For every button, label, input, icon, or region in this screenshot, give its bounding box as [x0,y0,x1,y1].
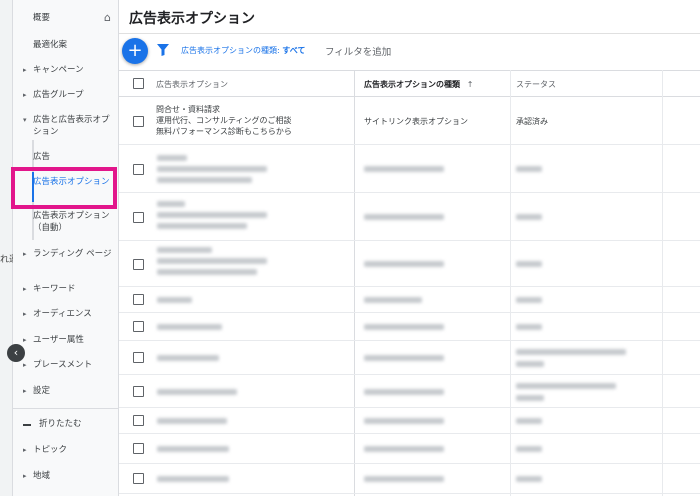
caret-down-icon: ▾ [23,116,27,124]
redacted-text [516,446,542,452]
table-row[interactable] [119,241,700,287]
redacted-text [364,418,444,424]
peek-text: れ運 [0,255,13,265]
redacted-text [364,261,444,267]
extension-text: 問合せ・資料請求 運用代行、コンサルティングのご相談 無料パフォーマンス診断もこ… [156,105,292,136]
redacted-text [364,297,422,303]
plus-icon: + [127,40,143,61]
redacted-text [157,201,185,207]
sort-arrow-up-icon: ↑ [466,80,474,89]
redacted-text [516,476,542,482]
table-row[interactable] [119,434,700,464]
extension-status: 承認済み [516,117,548,126]
redacted-text [157,247,212,253]
row-checkbox[interactable] [133,212,144,223]
home-icon: ⌂ [104,11,111,24]
select-all-checkbox[interactable] [133,78,144,89]
row-checkbox[interactable] [133,443,144,454]
caret-right-icon: ▸ [23,310,27,318]
header-status[interactable]: ステータス [516,79,556,90]
title-divider [119,33,700,34]
caret-right-icon: ▸ [23,472,27,480]
table-row[interactable] [119,287,700,313]
redacted-text [516,395,544,401]
redacted-text [157,324,222,330]
row-checkbox[interactable] [133,164,144,175]
left-edge-strip: れ運 [0,0,13,496]
caret-right-icon: ▸ [23,250,27,258]
chevron-left-icon[interactable]: ‹ [7,344,25,362]
row-checkbox[interactable] [133,386,144,397]
redacted-text [516,166,542,172]
sidebar: 概要 ⌂ 最適化案 ▸ キャンペーン ▸ 広告グループ ▾ 広告と広告表示オプシ… [13,0,119,496]
table-row[interactable] [119,341,700,375]
table-row[interactable] [119,408,700,434]
redacted-text [364,476,444,482]
redacted-text [157,418,227,424]
redacted-text [364,355,444,361]
redacted-text [364,324,444,330]
redacted-text [157,212,267,218]
row-checkbox[interactable] [133,473,144,484]
row-checkbox[interactable] [133,294,144,305]
redacted-text [157,155,187,161]
minus-icon [23,424,31,426]
main-content: 広告表示オプション + 広告表示オプションの種類: すべて フィルタを追加 広告… [119,0,700,496]
redacted-text [157,446,229,452]
redacted-text [157,476,229,482]
caret-right-icon: ▸ [23,285,27,293]
redacted-text [516,297,542,303]
redacted-text [364,214,444,220]
redacted-text [157,166,267,172]
add-button[interactable]: + [122,38,148,64]
table-row[interactable]: 問合せ・資料請求 運用代行、コンサルティングのご相談 無料パフォーマンス診断もこ… [119,97,700,145]
table-row[interactable] [119,464,700,494]
row-checkbox[interactable] [133,321,144,332]
table-row[interactable] [119,193,700,241]
filter-chip[interactable]: 広告表示オプションの種類: すべて [181,45,305,56]
redacted-text [364,389,444,395]
caret-right-icon: ▸ [23,66,27,74]
caret-right-icon: ▸ [23,387,27,395]
redacted-text [516,383,616,389]
redacted-text [516,324,542,330]
row-checkbox[interactable] [133,415,144,426]
highlight-box [11,167,117,209]
redacted-text [157,258,267,264]
redacted-text [157,297,192,303]
redacted-text [364,446,444,452]
redacted-text [157,269,257,275]
row-checkbox[interactable] [133,116,144,127]
header-type[interactable]: 広告表示オプションの種類 ↑ [364,79,474,90]
table-header: 広告表示オプション 広告表示オプションの種類 ↑ ステータス [119,70,700,97]
redacted-text [516,349,626,355]
table-row[interactable] [119,145,700,193]
redacted-text [157,389,237,395]
caret-right-icon: ▸ [23,446,27,454]
redacted-text [364,166,444,172]
caret-right-icon: ▸ [23,336,27,344]
header-extension[interactable]: 広告表示オプション [156,79,228,90]
filter-icon[interactable] [157,44,169,56]
row-checkbox[interactable] [133,259,144,270]
table-row[interactable] [119,375,700,408]
caret-right-icon: ▸ [23,361,27,369]
add-filter-button[interactable]: フィルタを追加 [325,44,391,58]
redacted-text [157,355,219,361]
row-checkbox[interactable] [133,352,144,363]
table-row[interactable] [119,313,700,341]
redacted-text [516,261,542,267]
caret-right-icon: ▸ [23,91,27,99]
redacted-text [157,223,247,229]
sidebar-divider [13,408,119,409]
redacted-text [157,177,252,183]
extension-type: サイトリンク表示オプション [364,117,468,126]
redacted-text [516,361,544,367]
redacted-text [516,418,542,424]
page-title: 広告表示オプション [129,11,255,27]
redacted-text [516,214,542,220]
